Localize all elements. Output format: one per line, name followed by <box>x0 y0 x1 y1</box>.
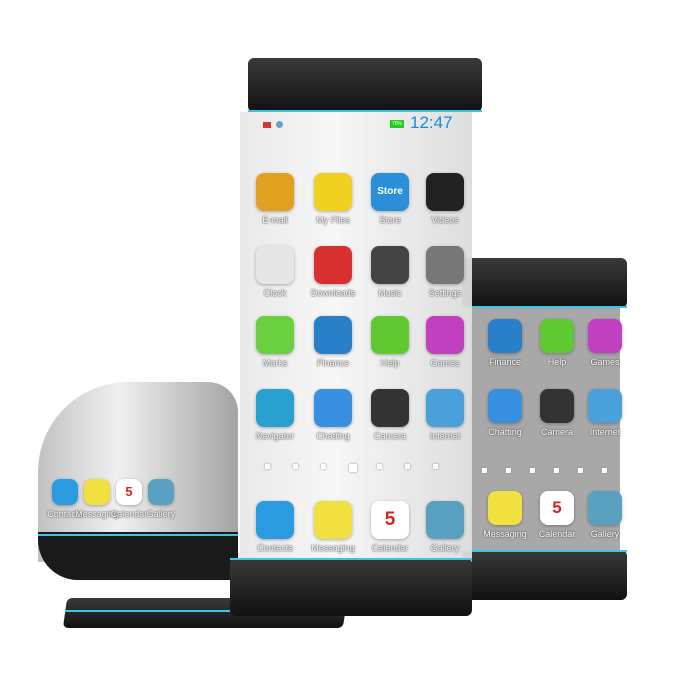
app-icon-camera[interactable] <box>540 389 574 423</box>
app-icon-games[interactable] <box>588 319 622 353</box>
app-label: Gallery <box>146 509 176 519</box>
page-indicator-dot[interactable] <box>530 468 535 473</box>
app-icon-messaging[interactable] <box>488 491 522 525</box>
app-label: Gallery <box>590 529 620 539</box>
app-label: Internet <box>429 431 461 441</box>
app-label: Gallery <box>430 543 460 553</box>
app-icon-calendar[interactable]: 5 <box>371 501 409 539</box>
app-icon-help[interactable] <box>540 319 574 353</box>
app-icon-navigator[interactable] <box>256 389 294 427</box>
app-icon-calendar[interactable]: 5 <box>540 491 574 525</box>
app-label: Internet <box>589 427 621 437</box>
page-indicator-dot[interactable] <box>293 464 298 469</box>
app-icon-contacts[interactable] <box>256 501 294 539</box>
app-icon-games[interactable] <box>426 316 464 354</box>
app-icon-contacts[interactable] <box>52 479 78 505</box>
app-icon-internet[interactable] <box>426 389 464 427</box>
page-indicator-dot[interactable] <box>349 464 357 472</box>
app-icon-gallery[interactable] <box>148 479 174 505</box>
page-indicator-dot[interactable] <box>265 464 270 469</box>
page-indicator-dot[interactable] <box>482 468 487 473</box>
app-icon-finance[interactable] <box>488 319 522 353</box>
app-icon-my-files[interactable] <box>314 173 352 211</box>
app-icon-finance[interactable] <box>314 316 352 354</box>
page-indicator-dot[interactable] <box>602 468 607 473</box>
app-label: Videos <box>431 215 459 225</box>
app-icon-chatting[interactable] <box>314 389 352 427</box>
app-icon-messaging[interactable] <box>84 479 110 505</box>
app-icon-e-mail[interactable] <box>256 173 294 211</box>
page-indicator-dot[interactable] <box>433 464 438 469</box>
app-label: Games <box>590 357 620 367</box>
app-icon-camera[interactable] <box>371 389 409 427</box>
app-icon-store[interactable]: Store <box>371 173 409 211</box>
app-icon-marks[interactable] <box>256 316 294 354</box>
app-icon-downloads[interactable] <box>314 246 352 284</box>
app-icon-messaging[interactable] <box>314 501 352 539</box>
main-phone: 70% 12:47 E-mail My Files Store Store Videos… <box>230 58 482 616</box>
app-icon-gallery[interactable] <box>426 501 464 539</box>
page-indicator-dot[interactable] <box>578 468 583 473</box>
app-icon-videos[interactable] <box>426 173 464 211</box>
app-icon-gallery[interactable] <box>588 491 622 525</box>
app-icon-help[interactable] <box>371 316 409 354</box>
app-icon-internet[interactable] <box>588 389 622 423</box>
app-icon-music[interactable] <box>371 246 409 284</box>
app-icon-clock[interactable] <box>256 246 294 284</box>
app-icon-settings[interactable] <box>426 246 464 284</box>
page-indicator-dot[interactable] <box>321 464 326 469</box>
page-indicator-dot[interactable] <box>506 468 511 473</box>
app-label: Settings <box>428 288 462 298</box>
curved-device: Contacts Messaging 5 Calendar Gallery <box>38 382 238 594</box>
page-indicator-dot[interactable] <box>554 468 559 473</box>
page-indicator-dot[interactable] <box>405 464 410 469</box>
page-indicator-dot[interactable] <box>377 464 382 469</box>
app-icon-chatting[interactable] <box>488 389 522 423</box>
app-label: Games <box>430 358 460 368</box>
app-icon-calendar[interactable]: 5 <box>116 479 142 505</box>
right-phone: Finance Help Games Chatting Camera Internet Me… <box>462 258 627 600</box>
